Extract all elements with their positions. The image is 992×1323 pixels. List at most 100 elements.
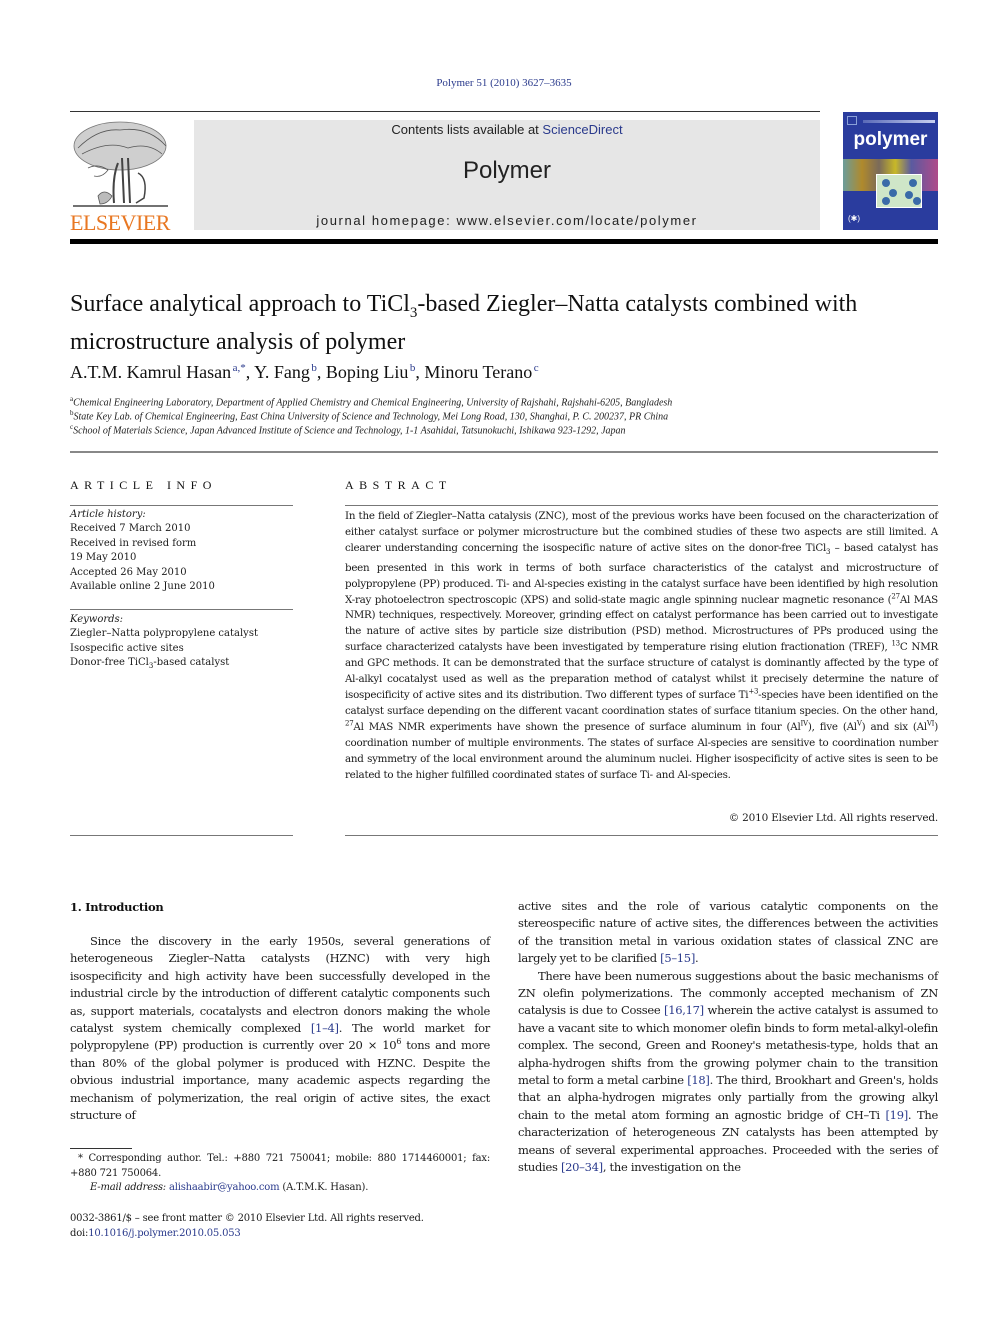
reference-link[interactable]: [20–34]: [561, 1160, 603, 1174]
email-link[interactable]: alishaabir@yahoo.com: [169, 1182, 280, 1193]
paragraph: Since the discovery in the early 1950s, …: [70, 933, 490, 1124]
abstract-text: In the field of Ziegler–Natta catalysis …: [345, 509, 938, 783]
keyword: Donor-free TiCl3-based catalyst: [70, 656, 295, 673]
issn-line: 0032-3861/$ – see front matter © 2010 El…: [70, 1213, 424, 1224]
abstract-heading: ABSTRACT: [345, 478, 452, 492]
front-matter: 0032-3861/$ – see front matter © 2010 El…: [70, 1212, 510, 1241]
superscript: IV: [800, 719, 809, 728]
author-list: A.T.M. Kamrul Hasan a,*, Y. Fang b, Bopi…: [70, 362, 539, 382]
affiliation: bState Key Lab. of Chemical Engineering,…: [70, 409, 668, 422]
journal-header-band: Contents lists available at ScienceDirec…: [194, 120, 820, 230]
journal-homepage: journal homepage: www.elsevier.com/locat…: [194, 213, 820, 228]
history-item: 19 May 2010: [70, 552, 137, 564]
affiliation: cSchool of Materials Science, Japan Adva…: [70, 423, 626, 436]
author-affiliation-mark[interactable]: b: [410, 362, 416, 374]
corresponding-author-footnote: * Corresponding author. Tel.: +880 721 7…: [70, 1152, 490, 1196]
text-span: .: [695, 951, 699, 966]
journal-cover-image[interactable]: polymer (✱): [843, 112, 938, 230]
cover-dot: [905, 191, 913, 199]
author-affiliation-mark[interactable]: c: [534, 362, 539, 374]
history-label: Article history:: [70, 509, 146, 520]
reference-link[interactable]: [5–15]: [660, 951, 695, 965]
cover-publisher-icon: [847, 116, 857, 125]
footnote-divider: [70, 1148, 132, 1149]
abstract-divider: [345, 505, 938, 506]
author-name[interactable]: A.T.M. Kamrul Hasan: [70, 362, 231, 382]
elsevier-tree-icon: [73, 121, 168, 207]
history-item: Accepted 26 May 2010: [70, 566, 187, 578]
keyword: Ziegler–Natta polypropylene catalyst: [70, 628, 258, 640]
history-item: Received 7 March 2010: [70, 523, 191, 535]
article-info-bottom-divider: [70, 835, 293, 836]
history-item: Received in revised form: [70, 537, 197, 549]
introduction-heading: 1. Introduction: [70, 900, 164, 914]
reference-link[interactable]: [16,17]: [664, 1003, 704, 1017]
reference-link[interactable]: [19]: [885, 1108, 908, 1122]
text-span: active sites and the role of various cat…: [518, 899, 938, 966]
introduction-left-column: Since the discovery in the early 1950s, …: [70, 933, 490, 1124]
author-name[interactable]: Boping Liu: [326, 362, 409, 382]
keyword: Isospecific active sites: [70, 642, 184, 654]
elsevier-wordmark: ELSEVIER: [70, 210, 170, 235]
journal-name: Polymer: [462, 157, 552, 184]
author-affiliation-mark[interactable]: a,*: [233, 362, 246, 374]
keywords-divider: [70, 609, 293, 610]
title-part1: Surface analytical approach to TiCl: [70, 291, 410, 317]
article-info-divider: [70, 505, 293, 506]
cover-dot: [882, 179, 890, 187]
abstract-span: ) and six (Al: [861, 720, 927, 733]
elsevier-logo[interactable]: ELSEVIER: [68, 118, 172, 235]
affiliation-text: Chemical Engineering Laboratory, Departm…: [73, 397, 673, 409]
keyword-part: Donor-free TiCl: [70, 657, 149, 669]
doi-link[interactable]: 10.1016/j.polymer.2010.05.053: [88, 1228, 241, 1239]
author-affiliation-mark[interactable]: b: [311, 362, 317, 374]
author-name[interactable]: Minoru Terano: [424, 362, 532, 382]
reference-link[interactable]: [18]: [687, 1073, 710, 1087]
cover-title: polymer: [853, 129, 928, 150]
top-divider: [70, 111, 820, 112]
email-line: E-mail address: alishaabir@yahoo.com (A.…: [70, 1181, 490, 1196]
doi-line: doi:10.1016/j.polymer.2010.05.053: [70, 1227, 510, 1242]
keyword-part: -based catalyst: [153, 657, 230, 669]
homepage-url-link[interactable]: www.elsevier.com/locate/polymer: [457, 213, 698, 228]
text-span: Since the discovery in the early 1950s, …: [70, 934, 490, 1036]
cover-dot: [913, 197, 921, 205]
article-title: Surface analytical approach to TiCl3-bas…: [70, 290, 940, 357]
abstract-span: ), five (Al: [807, 720, 857, 733]
contents-line: Contents lists available at ScienceDirec…: [194, 122, 820, 137]
reference-link[interactable]: [1–4]: [311, 1021, 339, 1035]
cover-inset-figure: [876, 174, 922, 208]
paragraph: There have been numerous suggestions abo…: [518, 968, 938, 1177]
cover-dot: [909, 179, 917, 187]
email-label: E-mail address:: [90, 1182, 169, 1193]
paragraph: active sites and the role of various cat…: [518, 898, 938, 968]
affiliation-text: School of Materials Science, Japan Advan…: [73, 425, 626, 437]
history-item: Available online 2 June 2010: [70, 581, 215, 593]
email-suffix: (A.T.M.K. Hasan).: [279, 1182, 369, 1193]
sciencedirect-link[interactable]: ScienceDirect: [542, 122, 622, 137]
cover-emblem-icon: (✱): [848, 214, 861, 223]
text-span: , the investigation on the: [602, 1160, 741, 1175]
superscript: 27: [891, 592, 900, 601]
homepage-prefix: journal homepage:: [316, 213, 457, 228]
header-thick-divider: [70, 239, 938, 244]
affiliation-text: State Key Lab. of Chemical Engineering, …: [73, 411, 669, 423]
doi-label: doi:: [70, 1227, 89, 1239]
superscript: 13: [891, 639, 900, 648]
cover-dot: [882, 197, 890, 205]
contents-prefix: Contents lists available at: [391, 122, 543, 137]
abstract-copyright: © 2010 Elsevier Ltd. All rights reserved…: [728, 812, 938, 824]
keywords-label: Keywords:: [70, 614, 124, 625]
journal-citation[interactable]: Polymer 51 (2010) 3627–3635: [0, 77, 992, 89]
superscript: +3: [748, 687, 759, 696]
cover-stripe: [863, 120, 935, 123]
keywords-block: Keywords: Ziegler–Natta polypropylene ca…: [70, 613, 295, 674]
affiliations-divider: [70, 451, 938, 453]
affiliation: aChemical Engineering Laboratory, Depart…: [70, 395, 672, 408]
article-info-heading: ARTICLE INFO: [70, 478, 217, 492]
introduction-right-column: active sites and the role of various cat…: [518, 898, 938, 1177]
author-name[interactable]: Y. Fang: [254, 362, 310, 382]
cover-dot: [889, 189, 897, 197]
abstract-span: Al MAS NMR experiments have shown the pr…: [353, 720, 801, 733]
article-history: Article history: Received 7 March 2010 R…: [70, 508, 295, 594]
